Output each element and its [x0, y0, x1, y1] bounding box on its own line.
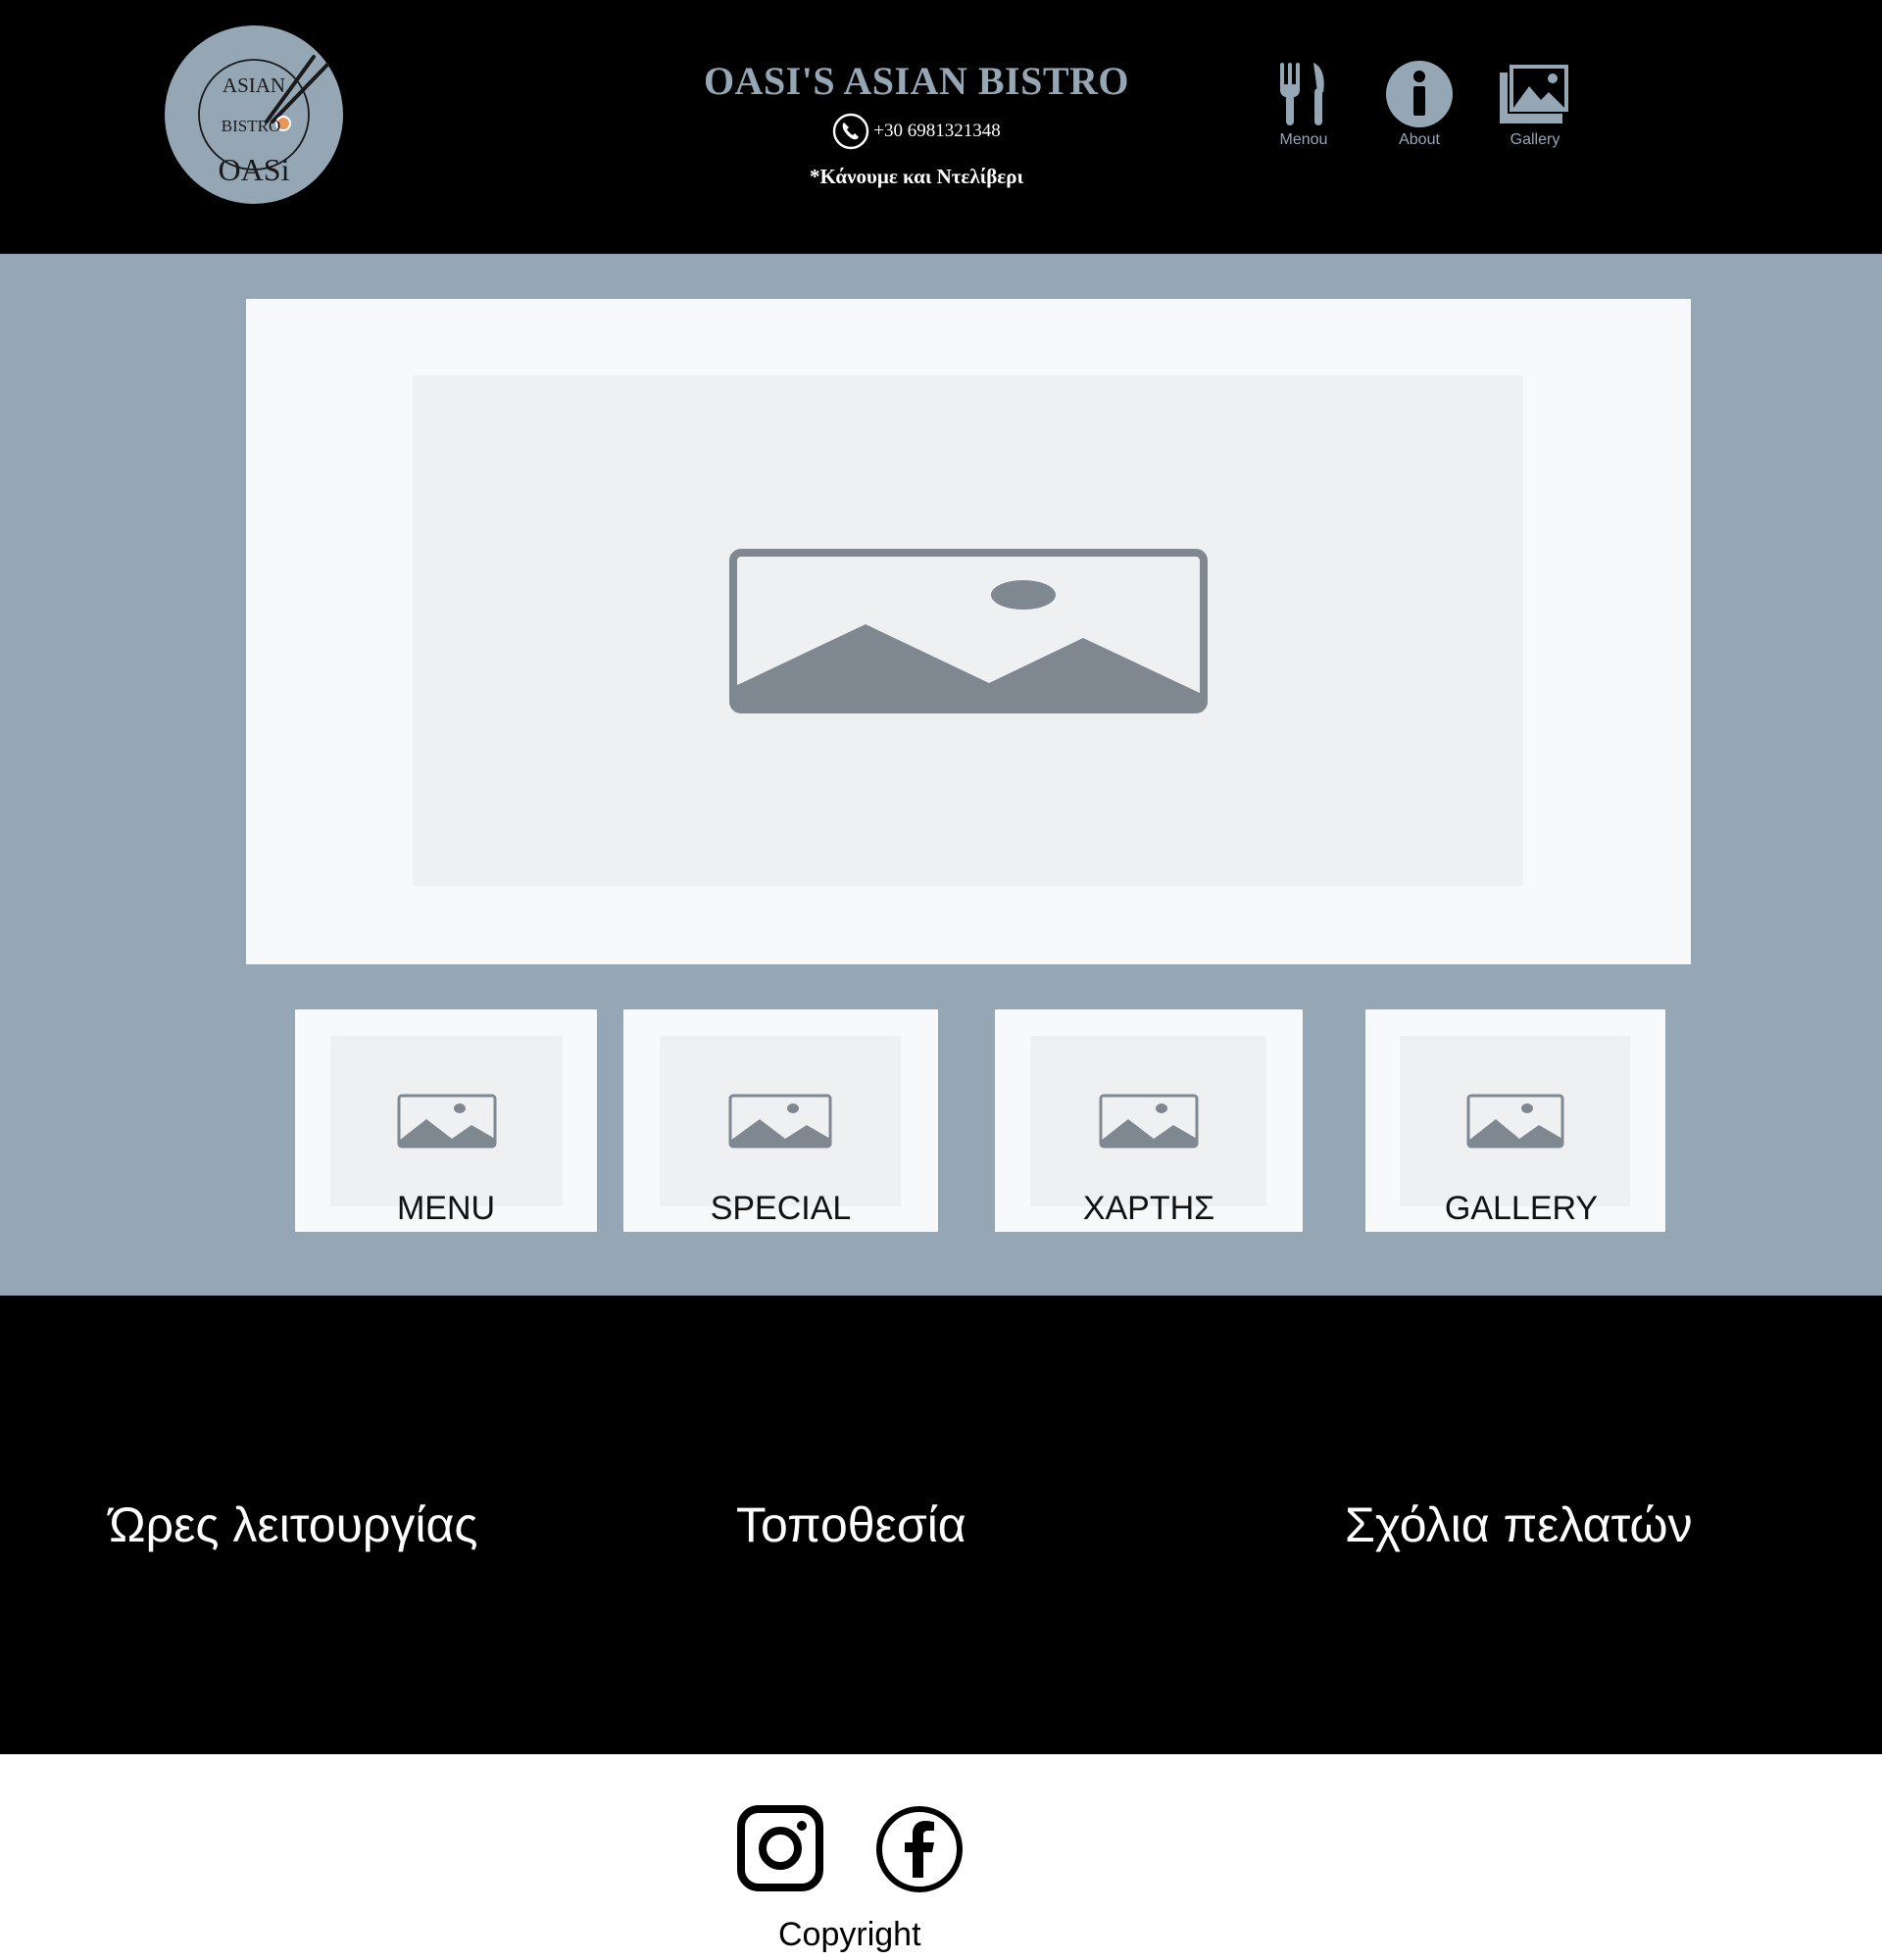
card-menu-label: MENU	[396, 1190, 496, 1227]
logo-emblem: ASIAN BISTRO OASi	[198, 55, 329, 187]
facebook-icon[interactable]	[875, 1805, 964, 1893]
nav-gallery[interactable]: Gallery	[1496, 59, 1574, 149]
logo-line3: OASi	[219, 152, 290, 187]
header-nav: Menou About Gallery	[1264, 59, 1574, 149]
card-special-label: SPECIAL	[710, 1190, 852, 1227]
phone-number[interactable]: +30 6981321348	[873, 121, 1000, 142]
site-footer: Copyright	[0, 1754, 1882, 1960]
phone-icon	[833, 113, 869, 150]
card-special[interactable]: SPECIAL	[623, 1009, 938, 1232]
image-placeholder-icon	[397, 1094, 496, 1149]
card-menu[interactable]: MENU	[295, 1009, 597, 1232]
info-section: Ώρες λειτουργίας Τοποθεσία Σχόλια πελατώ…	[0, 1296, 1882, 1754]
card-menu-image	[330, 1036, 563, 1206]
image-placeholder-icon	[728, 1094, 832, 1149]
instagram-icon[interactable]	[737, 1805, 823, 1891]
site-title: OASI'S ASIAN BISTRO	[703, 59, 1130, 103]
card-special-image	[660, 1036, 901, 1206]
delivery-note: *Κάνουμε και Ντελίβερι	[809, 165, 1024, 188]
card-map-image	[1030, 1036, 1266, 1206]
brand-block: OASI'S ASIAN BISTRO +30 6981321348 *Κάνο…	[686, 57, 1147, 189]
card-gallery-label: GALLERY	[1444, 1190, 1599, 1227]
card-gallery-image	[1400, 1036, 1630, 1206]
nav-menou-label: Menou	[1279, 131, 1328, 148]
location-heading: Τοποθεσία	[736, 1497, 966, 1552]
image-placeholder-icon	[1099, 1094, 1198, 1149]
card-map[interactable]: ΧΑΡΤΗΣ	[995, 1009, 1303, 1232]
logo-line2: BISTRO	[222, 117, 280, 135]
hero-image-placeholder	[413, 375, 1523, 886]
site-header: ASIAN BISTRO OASi OASI'S ASIAN BISTRO +3…	[0, 0, 1882, 254]
nav-about[interactable]: About	[1380, 59, 1459, 149]
cutlery-icon	[1280, 63, 1324, 125]
opening-hours-heading: Ώρες λειτουργίας	[109, 1497, 478, 1552]
logo[interactable]: ASIAN BISTRO OASi	[165, 25, 343, 204]
nav-gallery-label: Gallery	[1510, 131, 1560, 148]
card-gallery[interactable]: GALLERY	[1365, 1009, 1665, 1232]
hero-image-frame	[246, 299, 1691, 964]
phone-row[interactable]: +30 6981321348	[686, 112, 1147, 151]
copyright-text: Copyright	[778, 1916, 921, 1953]
nav-menou[interactable]: Menou	[1264, 59, 1343, 149]
image-placeholder-icon	[1466, 1094, 1563, 1149]
main-section: MENU SPECIAL ΧΑΡΤΗΣ GALLERY	[0, 254, 1882, 1296]
logo-line1: ASIAN	[223, 74, 285, 97]
image-placeholder-icon	[728, 548, 1208, 713]
card-map-label: ΧΑΡΤΗΣ	[1082, 1190, 1215, 1227]
customer-reviews-heading: Σχόλια πελατών	[1345, 1497, 1693, 1552]
info-icon	[1386, 61, 1453, 127]
gallery-icon	[1500, 63, 1570, 123]
nav-about-label: About	[1399, 131, 1440, 148]
